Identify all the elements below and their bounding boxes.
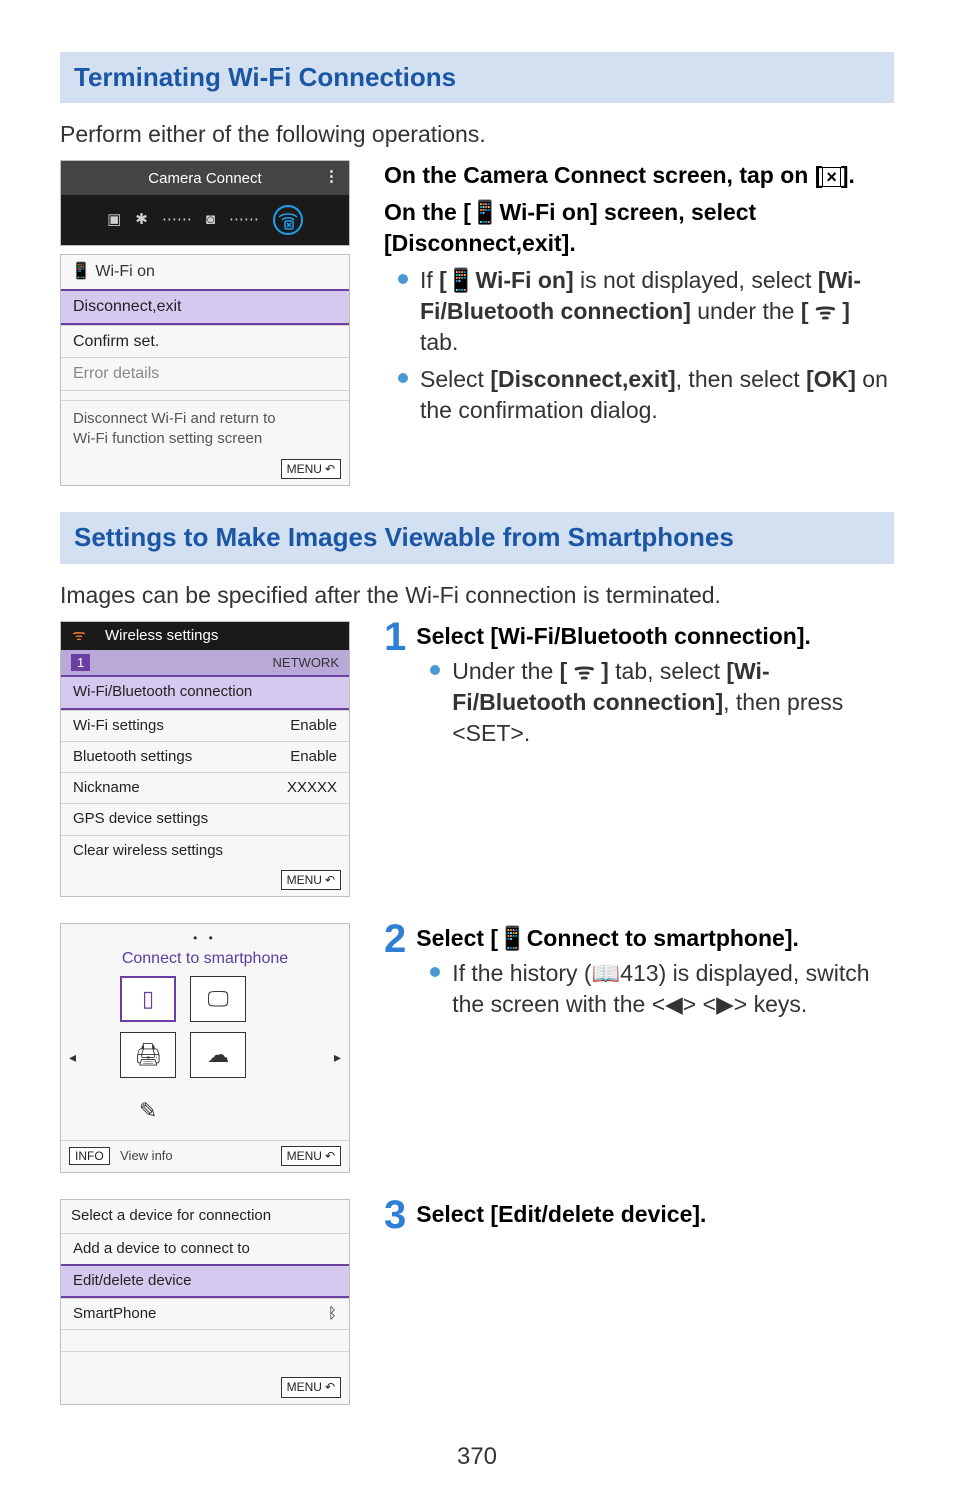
info-button: INFO — [69, 1147, 110, 1165]
ws-row-nickname: NicknameXXXXX — [61, 772, 349, 803]
ws-row-wifi-settings: Wi-Fi settingsEnable — [61, 710, 349, 741]
subtab-1: 1 — [71, 654, 90, 672]
network-label: NETWORK — [273, 654, 339, 672]
page-dots-icon: • • — [61, 924, 349, 946]
monitor-icon: 🖵 — [190, 976, 246, 1022]
sd-row-add-device: Add a device to connect to — [61, 1233, 349, 1264]
step-number-1: 1 — [384, 617, 406, 657]
sd-row-edit-delete: Edit/delete device — [61, 1264, 349, 1298]
step1-title: Select [Wi-Fi/Bluetooth connection]. — [416, 621, 894, 652]
section2-intro: Images can be specified after the Wi-Fi … — [60, 580, 894, 611]
step2-title: Select [📱Connect to smartphone]. — [416, 923, 894, 954]
album-icon: ▣ — [107, 210, 121, 230]
step2-bullet: If the history (📖413) is displayed, swit… — [430, 958, 894, 1020]
menu-item-error-details: Error details — [61, 357, 349, 390]
cts-title: Connect to smartphone — [61, 946, 349, 976]
kebab-menu-icon: ⋮ — [324, 167, 339, 187]
ws-row-bluetooth-settings: Bluetooth settingsEnable — [61, 741, 349, 772]
ws-row-wifi-bt-connection: Wi-Fi/Bluetooth connection — [61, 675, 349, 709]
phone-icon: 📱 — [71, 263, 91, 280]
menu-back-button: MENU↶ — [281, 870, 341, 890]
remote-icon: ✎ — [120, 1088, 176, 1134]
screenshot-wifi-on-menu: 📱 Wi-Fi on Disconnect,exit Confirm set. … — [60, 254, 350, 486]
screenshot-select-device: Select a device for connection Add a dev… — [60, 1199, 350, 1404]
section-heading-1: Terminating Wi-Fi Connections — [60, 52, 894, 103]
bluetooth-icon: ✱ — [135, 210, 148, 230]
step-number-3: 3 — [384, 1195, 406, 1235]
printer-icon: 🖨 — [120, 1032, 176, 1078]
menu-item-confirm-set: Confirm set. — [61, 325, 349, 358]
menu-back-button: MENU↶ — [281, 1377, 341, 1397]
sd-title: Select a device for connection — [61, 1200, 349, 1232]
menu-back-button: MENU↶ — [281, 1146, 341, 1166]
dots-sep-icon: ⋯⋯ — [229, 210, 259, 230]
wifi-menu-hint: Disconnect Wi-Fi and return to Wi-Fi fun… — [61, 400, 349, 456]
menu-item-disconnect-exit: Disconnect,exit — [61, 289, 349, 325]
step3-title: Select [Edit/delete device]. — [416, 1199, 894, 1230]
left-arrow-icon: ◂ — [69, 1048, 76, 1067]
instr-tap-disconnect: On the Camera Connect screen, tap on [×]… — [384, 160, 894, 191]
x-box-icon: × — [822, 167, 841, 187]
antenna-tab-icon: ᯤ — [61, 622, 97, 650]
dots-sep-icon: ⋯⋯ — [162, 210, 192, 230]
screenshot-connect-to-smartphone: • • Connect to smartphone ◂ ▯ 🖵 🖨 ☁ ✎ ▸ … — [60, 923, 350, 1173]
instr-wifi-on-select: On the [📱Wi-Fi on] screen, select [Disco… — [384, 197, 894, 259]
view-info-label: View info — [120, 1147, 173, 1165]
section1-intro: Perform either of the following operatio… — [60, 119, 894, 150]
smartphone-icon: ▯ — [120, 976, 176, 1022]
screenshot-wireless-settings: ᯤ Wireless settings 1 NETWORK Wi-Fi/Blue… — [60, 621, 350, 897]
wifi-menu-title: Wi-Fi on — [95, 263, 155, 280]
ws-row-gps: GPS device settings — [61, 803, 349, 834]
cloud-icon: ☁ — [190, 1032, 246, 1078]
bullet-wifi-not-displayed: If [📱Wi-Fi on] is not displayed, select … — [398, 265, 894, 358]
ws-row-clear-wireless: Clear wireless settings — [61, 835, 349, 866]
step-number-2: 2 — [384, 919, 406, 959]
menu-back-button: MENU↶ — [281, 459, 341, 479]
page-number: 370 — [60, 1441, 894, 1473]
camera-icon: ◙ — [206, 210, 215, 230]
ws-title: Wireless settings — [97, 622, 226, 650]
bullet-select-disconnect-ok: Select [Disconnect,exit], then select [O… — [398, 364, 894, 426]
sd-row-smartphone: SmartPhoneᛒ — [61, 1298, 349, 1329]
wifi-disconnect-circle-icon — [273, 205, 303, 235]
screenshot-camera-connect: Camera Connect ⋮ ▣ ✱ ⋯⋯ ◙ ⋯⋯ — [60, 160, 350, 246]
section-heading-2: Settings to Make Images Viewable from Sm… — [60, 512, 894, 563]
step1-bullet: Under the [ ᯤ ] tab, select [Wi-Fi/Bluet… — [430, 656, 894, 749]
cc-title: Camera Connect — [148, 170, 261, 187]
right-arrow-icon: ▸ — [334, 1048, 341, 1067]
